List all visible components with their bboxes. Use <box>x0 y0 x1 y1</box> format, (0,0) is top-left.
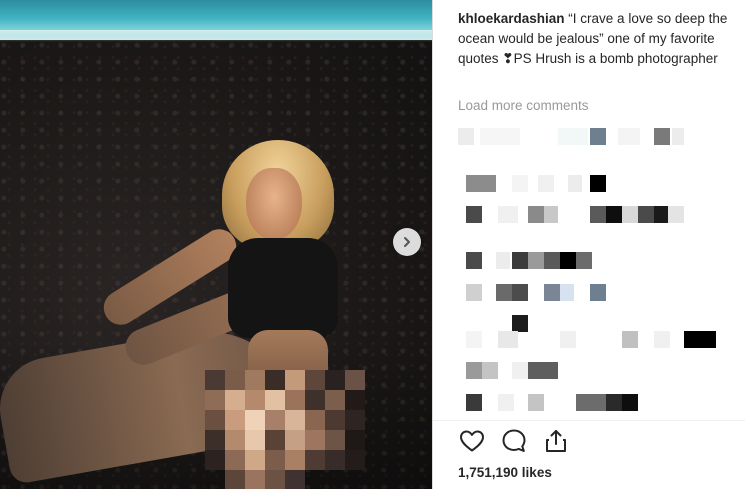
caption-username[interactable]: khloekardashian <box>458 11 565 26</box>
figure-top <box>228 238 338 338</box>
likes-count[interactable]: 1,751,190 likes <box>458 465 552 480</box>
load-more-comments-link[interactable]: Load more comments <box>458 98 589 113</box>
next-photo-button[interactable] <box>393 228 421 256</box>
heart-icon <box>460 430 484 452</box>
post-caption: khloekardashian “I crave a love so deep … <box>458 9 740 69</box>
pixelated-censor <box>205 360 385 489</box>
share-icon <box>546 430 566 452</box>
comment-button[interactable] <box>500 427 528 455</box>
figure-face <box>246 168 302 240</box>
panel-divider <box>432 0 433 489</box>
share-button[interactable] <box>542 427 570 455</box>
comment-bubble-icon <box>502 429 526 452</box>
post-actions <box>458 427 570 455</box>
post-photo[interactable] <box>0 0 432 489</box>
like-button[interactable] <box>458 427 486 455</box>
chevron-right-icon <box>404 237 410 247</box>
pixelated-comments <box>458 120 745 420</box>
actions-divider <box>433 420 745 421</box>
